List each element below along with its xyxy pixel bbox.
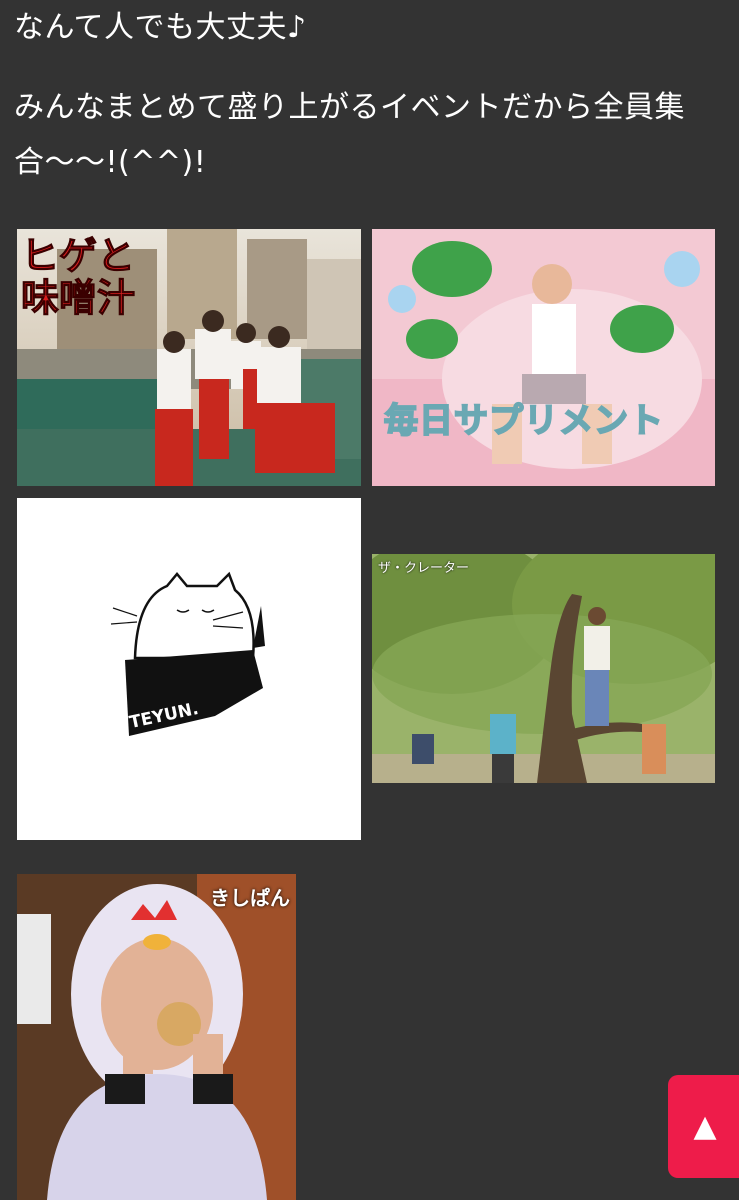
- scroll-to-top-button[interactable]: ▲: [668, 1075, 739, 1178]
- band-photo-higemiso: ヒゲと味噌汁: [17, 229, 361, 486]
- band-photo-teyun: TEYUN.: [17, 498, 361, 840]
- up-arrow-icon: ▲: [693, 1108, 717, 1144]
- band-photo-the-crater: ザ・クレーター: [372, 554, 715, 783]
- band-logo-text: ヒゲと味噌汁: [21, 234, 136, 320]
- band-name-caption: ザ・クレーター: [378, 561, 470, 576]
- performer-name-caption: きしぱん: [210, 886, 290, 910]
- intro-paragraph: みんなまとめて盛り上がるイベントだから全員集合〜〜!(^^)!: [14, 90, 685, 180]
- intro-line: なんて人でも大丈夫♪: [14, 10, 307, 45]
- band-photo-mainichi-supplement: 毎日サプリメント: [372, 229, 715, 486]
- band-logo-text: 毎日サプリメント: [383, 400, 664, 442]
- performer-photo-kishipan: きしぱん: [17, 874, 296, 1200]
